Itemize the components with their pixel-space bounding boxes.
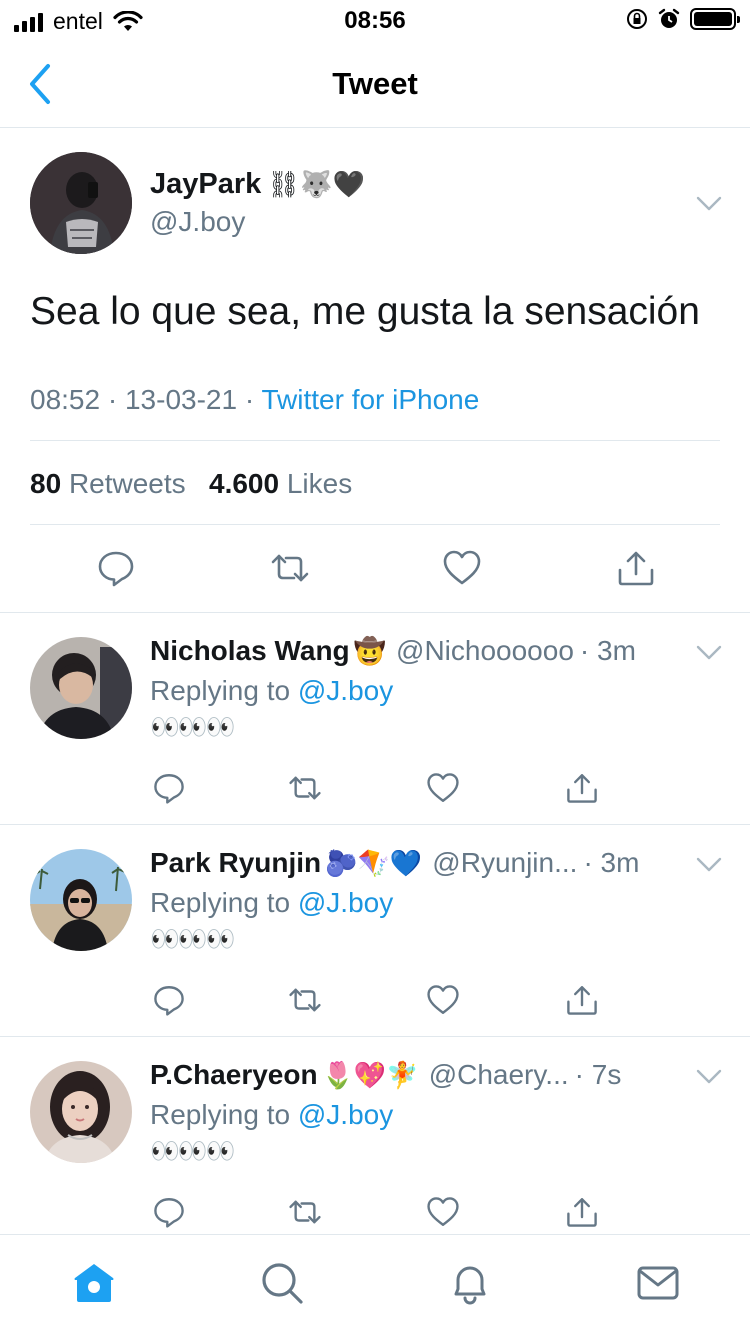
author-handle[interactable]: @J.boy (150, 206, 245, 238)
like-icon[interactable] (426, 771, 460, 805)
avatar[interactable] (30, 849, 132, 951)
reply-time: · 7s (574, 1059, 622, 1090)
retweets-stat[interactable]: 80 Retweets (30, 468, 186, 499)
divider (30, 440, 720, 441)
retweet-icon[interactable] (288, 983, 322, 1017)
search-icon[interactable] (260, 1261, 304, 1305)
reply-icon[interactable] (152, 771, 186, 805)
tweet-source-link[interactable]: Twitter for iPhone (261, 384, 479, 415)
retweet-icon[interactable] (270, 548, 310, 588)
author-name-emojis: ⛓🐺🖤 (267, 169, 366, 199)
reply-text: 👀👀👀 (150, 1138, 236, 1165)
battery-icon (690, 8, 740, 30)
share-icon[interactable] (565, 1195, 599, 1229)
reply-item[interactable]: P.Chaeryeon 🌷💖🧚 @Chaery... · 7s Replying … (0, 1037, 750, 1234)
tab-bar (0, 1234, 750, 1334)
chevron-down-icon[interactable] (696, 196, 722, 212)
reply-author-handle[interactable]: @Nichoooooo (396, 635, 574, 667)
alarm-icon (658, 8, 680, 30)
avatar[interactable] (30, 1061, 132, 1163)
replying-to-handle[interactable]: @J.boy (298, 1099, 393, 1130)
share-icon[interactable] (616, 548, 656, 588)
likes-stat[interactable]: 4.600 Likes (209, 468, 352, 499)
replying-to: Replying to @J.boy (150, 887, 394, 918)
chevron-down-icon[interactable] (696, 857, 722, 873)
chevron-down-icon[interactable] (696, 645, 722, 661)
retweet-icon[interactable] (288, 771, 322, 805)
reply-item[interactable]: Park Ryunjin 🫐🪁💙 @Ryunjin... · 3m Replyin… (0, 825, 750, 1037)
reply-author-emojis: 🤠 (353, 635, 387, 666)
reply-text: 👀👀👀 (150, 714, 236, 741)
notifications-icon[interactable] (448, 1261, 492, 1305)
share-icon[interactable] (565, 983, 599, 1017)
reply-text: 👀👀👀 (150, 926, 236, 953)
home-icon[interactable] (72, 1261, 116, 1305)
reply-author-handle[interactable]: @Chaery... (429, 1059, 569, 1091)
tweet-meta: 08:52 · 13-03-21 · Twitter for iPhone (30, 384, 480, 415)
reply-author-name[interactable]: Park Ryunjin 🫐🪁💙 (150, 847, 422, 879)
orientation-lock-icon (626, 8, 648, 30)
reply-time: · 3m (579, 635, 636, 666)
replying-to: Replying to @J.boy (150, 675, 394, 706)
status-bar: entel 08:56 (0, 0, 750, 40)
share-icon[interactable] (565, 771, 599, 805)
reply-icon[interactable] (96, 548, 136, 588)
replying-to: Replying to @J.boy (150, 1099, 394, 1130)
replying-to-handle[interactable]: @J.boy (298, 887, 393, 918)
replying-to-handle[interactable]: @J.boy (298, 675, 393, 706)
tweet-time: 08:52 (30, 384, 101, 415)
like-icon[interactable] (442, 548, 482, 588)
reply-author-emojis: 🫐🪁💙 (325, 847, 423, 878)
reply-author-emojis: 🌷💖🧚 (321, 1059, 419, 1090)
reply-author-handle[interactable]: @Ryunjin... (432, 847, 577, 879)
like-icon[interactable] (426, 1195, 460, 1229)
tweet-stats: 80 Retweets 4.600 Likes (30, 468, 352, 500)
tweet-date: 13-03-21 (124, 384, 238, 415)
author-name[interactable]: JayPark (150, 168, 261, 201)
nav-bar: Tweet (0, 40, 750, 128)
avatar[interactable] (30, 152, 132, 254)
like-icon[interactable] (426, 983, 460, 1017)
reply-icon[interactable] (152, 983, 186, 1017)
reply-time: · 3m (583, 847, 640, 878)
reply-author-name[interactable]: P.Chaeryeon 🌷💖🧚 (150, 1059, 419, 1091)
page-title: Tweet (332, 66, 418, 101)
retweet-icon[interactable] (288, 1195, 322, 1229)
reply-icon[interactable] (152, 1195, 186, 1229)
main-tweet: JayPark ⛓🐺🖤 @J.boy Sea lo que sea, me gu… (0, 128, 750, 613)
reply-author-name[interactable]: Nicholas Wang 🤠 (150, 635, 386, 667)
tweet-text: Sea lo que sea, me gusta la sensación (30, 290, 700, 333)
avatar[interactable] (30, 637, 132, 739)
chevron-down-icon[interactable] (696, 1069, 722, 1085)
messages-icon[interactable] (636, 1261, 680, 1305)
reply-item[interactable]: Nicholas Wang 🤠 @Nichoooooo · 3m Replying… (0, 613, 750, 825)
divider (30, 524, 720, 525)
